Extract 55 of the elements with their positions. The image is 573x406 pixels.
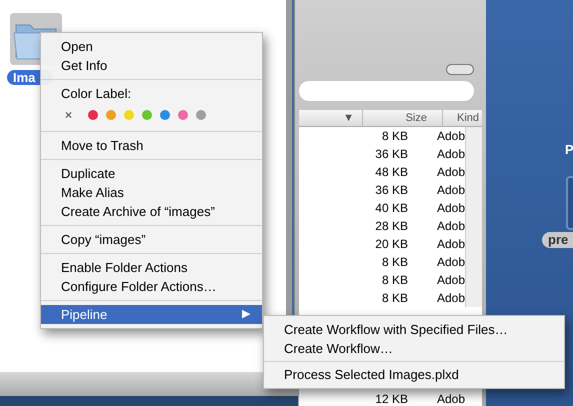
menu-item-label: Get Info — [61, 56, 108, 75]
menu-item-label: Open — [61, 38, 93, 56]
scroll-bar[interactable] — [465, 127, 482, 307]
size-cell-text: 8 KB — [380, 290, 409, 307]
menu-item-label: Make Alias — [61, 184, 124, 202]
kind-cell-text: Adob — [436, 254, 465, 271]
menu-item[interactable]: Move to Trash — [41, 136, 262, 155]
menu-item-label: Move to Trash — [61, 136, 144, 155]
toolbar-toggle-button[interactable] — [446, 64, 474, 75]
size-cell-text: 8 KB — [380, 128, 409, 145]
size-cell-text: 36 KB — [374, 146, 409, 163]
menu-item-label: Copy “images” — [61, 230, 146, 249]
kind-cell-text: Adob — [436, 128, 465, 145]
desktop-label: P — [565, 141, 573, 159]
menu-item-label: Enable Folder Actions — [61, 258, 188, 277]
size-cell-text: 28 KB — [374, 218, 409, 235]
menu-item[interactable]: Duplicate — [41, 164, 262, 183]
menu-item[interactable]: Create Workflow with Specified Files… — [264, 320, 564, 339]
menu-item-label: Create Archive of “images” — [61, 202, 215, 221]
kind-cell-text: Adob — [436, 236, 465, 253]
kind-cell-text: Adob — [436, 272, 465, 289]
menu-item[interactable]: Process Selected Images.plxd — [264, 365, 564, 384]
size-cell-text: 8 KB — [380, 272, 409, 289]
kind-cell-text: Adob — [436, 182, 465, 199]
search-field[interactable] — [299, 81, 474, 101]
menu-item[interactable]: Create Workflow… — [264, 339, 564, 358]
kind-cell-text: Adob — [436, 218, 465, 235]
submenu-arrow-icon: ▶ — [242, 306, 250, 323]
menu-item[interactable]: Create Archive of “images” — [41, 202, 262, 221]
menu-item[interactable]: Copy “images” — [41, 230, 262, 249]
size-cell-text: 8 KB — [380, 254, 409, 271]
kind-cell-text: Adob — [436, 200, 465, 217]
menu-item[interactable]: Pipeline ▶ — [41, 305, 262, 324]
column-header[interactable]: Kind — [443, 110, 482, 126]
clear-label-button[interactable]: × — [65, 109, 72, 121]
menu-item[interactable]: Enable Folder Actions — [41, 258, 262, 277]
size-cell-text: 48 KB — [374, 164, 409, 181]
size-cell-text: 12 KB — [374, 393, 409, 406]
menu-item[interactable]: Open — [41, 37, 262, 56]
menu-section-title: Color Label: — [60, 85, 132, 103]
menu-item[interactable]: Configure Folder Actions… — [41, 277, 262, 296]
desktop-icon-label[interactable]: pre — [542, 232, 573, 248]
sort-column-header[interactable]: ▼ — [299, 110, 363, 126]
menu-item-label: Pipeline — [61, 306, 108, 324]
kind-cell-text: Adob — [436, 164, 465, 181]
kind-cell-text: Adob — [436, 290, 465, 307]
column-header[interactable]: Size — [363, 110, 443, 126]
menu-item-label: Configure Folder Actions… — [61, 278, 216, 296]
kind-cell-text: Adob — [436, 393, 465, 406]
menu-item[interactable]: Make Alias — [41, 183, 262, 202]
kind-cell-text: Adob — [436, 146, 465, 163]
size-cell-text: 40 KB — [374, 200, 409, 217]
size-cell-text: 20 KB — [374, 236, 409, 253]
menu-item-label: Duplicate — [61, 164, 116, 183]
size-cell-text: 36 KB — [374, 182, 409, 199]
